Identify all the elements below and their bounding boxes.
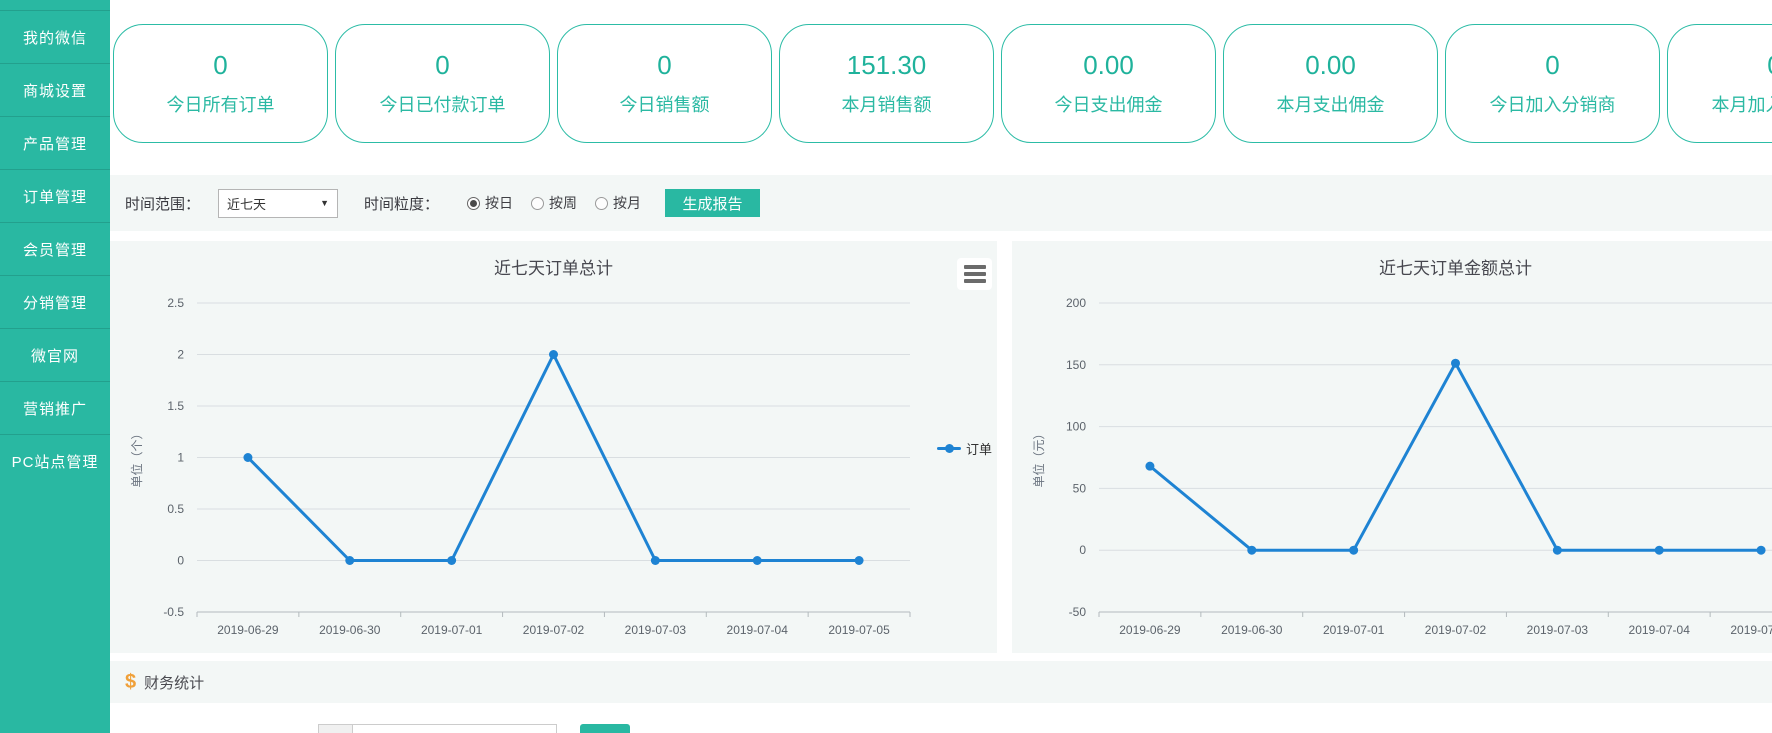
stat-card-value: 0: [1767, 50, 1772, 81]
sidebar-item[interactable]: 商城设置: [0, 63, 110, 116]
svg-text:2: 2: [177, 348, 184, 362]
granularity-radio-option[interactable]: 按周: [531, 193, 577, 213]
stat-card-value: 0: [1545, 50, 1559, 81]
stat-card-label: 今日销售额: [620, 91, 710, 117]
svg-text:-0.5: -0.5: [163, 605, 184, 619]
svg-text:0.5: 0.5: [167, 502, 184, 516]
svg-text:200: 200: [1066, 296, 1086, 310]
stat-card-value: 0.00: [1305, 50, 1356, 81]
radio-button-icon[interactable]: [531, 197, 544, 210]
svg-text:2019-07-04: 2019-07-04: [727, 623, 789, 637]
input-addon: [318, 724, 353, 733]
svg-text:2019-07-05: 2019-07-05: [828, 623, 890, 637]
stat-card: 0 今日销售额: [557, 24, 772, 143]
finance-submit-button[interactable]: [580, 724, 630, 733]
granularity-label: 时间粒度：: [364, 193, 439, 214]
finance-section-title: 财务统计: [144, 672, 204, 693]
stat-card-label: 今日加入分销商: [1490, 91, 1616, 117]
sidebar-item[interactable]: 会员管理: [0, 222, 110, 275]
finance-section-header: $ 财务统计: [110, 661, 1772, 703]
stat-card: 0.00 今日支出佣金: [1001, 24, 1216, 143]
finance-filter-row: [318, 724, 630, 733]
stat-card-value: 0.00: [1083, 50, 1134, 81]
svg-text:100: 100: [1066, 420, 1086, 434]
chevron-down-icon: ▼: [320, 198, 329, 208]
stat-card: 0.00 本月支出佣金: [1223, 24, 1438, 143]
stat-card: 0 今日加入分销商: [1445, 24, 1660, 143]
svg-text:50: 50: [1073, 481, 1087, 495]
orders-line-chart: 2.5 2 1.5 1 0.5 0 -0.5 2019-06-29 2019-06-30 2019…: [110, 241, 997, 653]
sidebar: 我的微信商城设置产品管理订单管理会员管理分销管理微官网营销推广PC站点管理: [0, 0, 110, 733]
legend-line-icon: [937, 447, 961, 450]
sidebar-item[interactable]: 营销推广: [0, 381, 110, 434]
stat-card: 0 本月加入分销商: [1667, 24, 1772, 143]
radio-label: 按日: [485, 193, 513, 213]
svg-text:0: 0: [1079, 543, 1086, 557]
svg-text:2019-07-03: 2019-07-03: [625, 623, 687, 637]
granularity-radio-option[interactable]: 按月: [595, 193, 641, 213]
svg-text:2019-07-01: 2019-07-01: [1323, 623, 1385, 637]
order-amount-chart-panel: 近七天订单金额总计 200150100500-502019-06-292019-…: [1012, 241, 1772, 653]
generate-report-button[interactable]: 生成报告: [665, 189, 760, 217]
time-range-select[interactable]: 近七天 ▼: [218, 189, 338, 218]
granularity-radio-group: 按日 按周 按月: [467, 193, 641, 213]
svg-text:单位（元）: 单位（元）: [1031, 427, 1046, 487]
sidebar-item[interactable]: 订单管理: [0, 169, 110, 222]
radio-label: 按周: [549, 193, 577, 213]
time-range-selected-value: 近七天: [227, 194, 266, 213]
sidebar-item[interactable]: 产品管理: [0, 116, 110, 169]
sidebar-item[interactable]: 微官网: [0, 328, 110, 381]
stat-card-label: 今日已付款订单: [380, 91, 506, 117]
finance-date-input[interactable]: [353, 724, 557, 733]
sidebar-partial-item: [0, 0, 110, 10]
stat-card-value: 0: [435, 50, 449, 81]
stat-card: 0 今日已付款订单: [335, 24, 550, 143]
svg-text:1: 1: [177, 451, 184, 465]
svg-text:2019-07-02: 2019-07-02: [1425, 623, 1487, 637]
order-amount-line-chart: 200 150 100 50 0 -50 2019-06-29 2019-06-30 2019-…: [1012, 241, 1772, 653]
stat-card: 151.30 本月销售额: [779, 24, 994, 143]
svg-text:2.5: 2.5: [167, 296, 184, 310]
svg-text:0: 0: [177, 554, 184, 568]
legend-label: 订单: [966, 439, 992, 458]
chart-legend[interactable]: 订单: [937, 439, 992, 458]
svg-text:2019-06-29: 2019-06-29: [217, 623, 279, 637]
charts-row: 近七天订单总计 2.521.510.50-0.52019-06-292019-0…: [110, 241, 1772, 653]
svg-text:2019-06-30: 2019-06-30: [319, 623, 381, 637]
stat-card-label: 本月加入分销商: [1712, 91, 1772, 117]
stat-card-label: 本月支出佣金: [1277, 91, 1385, 117]
filter-bar: 时间范围： 近七天 ▼ 时间粒度： 按日 按周 按月 生成报告: [110, 175, 1772, 231]
stat-card-label: 今日所有订单: [167, 91, 275, 117]
radio-label: 按月: [613, 193, 641, 213]
radio-button-icon[interactable]: [595, 197, 608, 210]
svg-text:2019-07-03: 2019-07-03: [1527, 623, 1589, 637]
svg-text:2019-06-30: 2019-06-30: [1221, 623, 1283, 637]
dollar-icon: $: [125, 671, 136, 694]
svg-text:单位（个）: 单位（个）: [129, 427, 144, 487]
sidebar-item[interactable]: 我的微信: [0, 10, 110, 63]
stat-card-value: 0: [213, 50, 227, 81]
main-content: 0 今日所有订单 0 今日已付款订单 0 今日销售额 151.30 本月销售额 0.00 今日支出…: [110, 0, 1772, 733]
sidebar-item[interactable]: 分销管理: [0, 275, 110, 328]
time-range-label: 时间范围：: [125, 193, 200, 214]
svg-text:150: 150: [1066, 358, 1086, 372]
svg-text:2019-07-04: 2019-07-04: [1629, 623, 1691, 637]
dashboard-page: 我的微信商城设置产品管理订单管理会员管理分销管理微官网营销推广PC站点管理 0 今…: [0, 0, 1772, 733]
svg-text:-50: -50: [1069, 605, 1087, 619]
svg-text:2019-07-02: 2019-07-02: [523, 623, 585, 637]
svg-text:2019-07-01: 2019-07-01: [421, 623, 483, 637]
sidebar-item[interactable]: PC站点管理: [0, 434, 110, 487]
orders-chart-panel: 近七天订单总计 2.521.510.50-0.52019-06-292019-0…: [110, 241, 997, 653]
stat-card-value: 151.30: [847, 50, 927, 81]
svg-text:1.5: 1.5: [167, 399, 184, 413]
granularity-radio-option[interactable]: 按日: [467, 193, 513, 213]
stat-card-value: 0: [657, 50, 671, 81]
stat-card: 0 今日所有订单: [113, 24, 328, 143]
stat-cards-row: 0 今日所有订单 0 今日已付款订单 0 今日销售额 151.30 本月销售额 0.00 今日支出…: [113, 24, 1772, 143]
svg-text:2019-07-05: 2019-07-05: [1730, 623, 1772, 637]
radio-button-icon[interactable]: [467, 197, 480, 210]
svg-text:2019-06-29: 2019-06-29: [1119, 623, 1181, 637]
stat-card-label: 本月销售额: [842, 91, 932, 117]
stat-card-label: 今日支出佣金: [1055, 91, 1163, 117]
